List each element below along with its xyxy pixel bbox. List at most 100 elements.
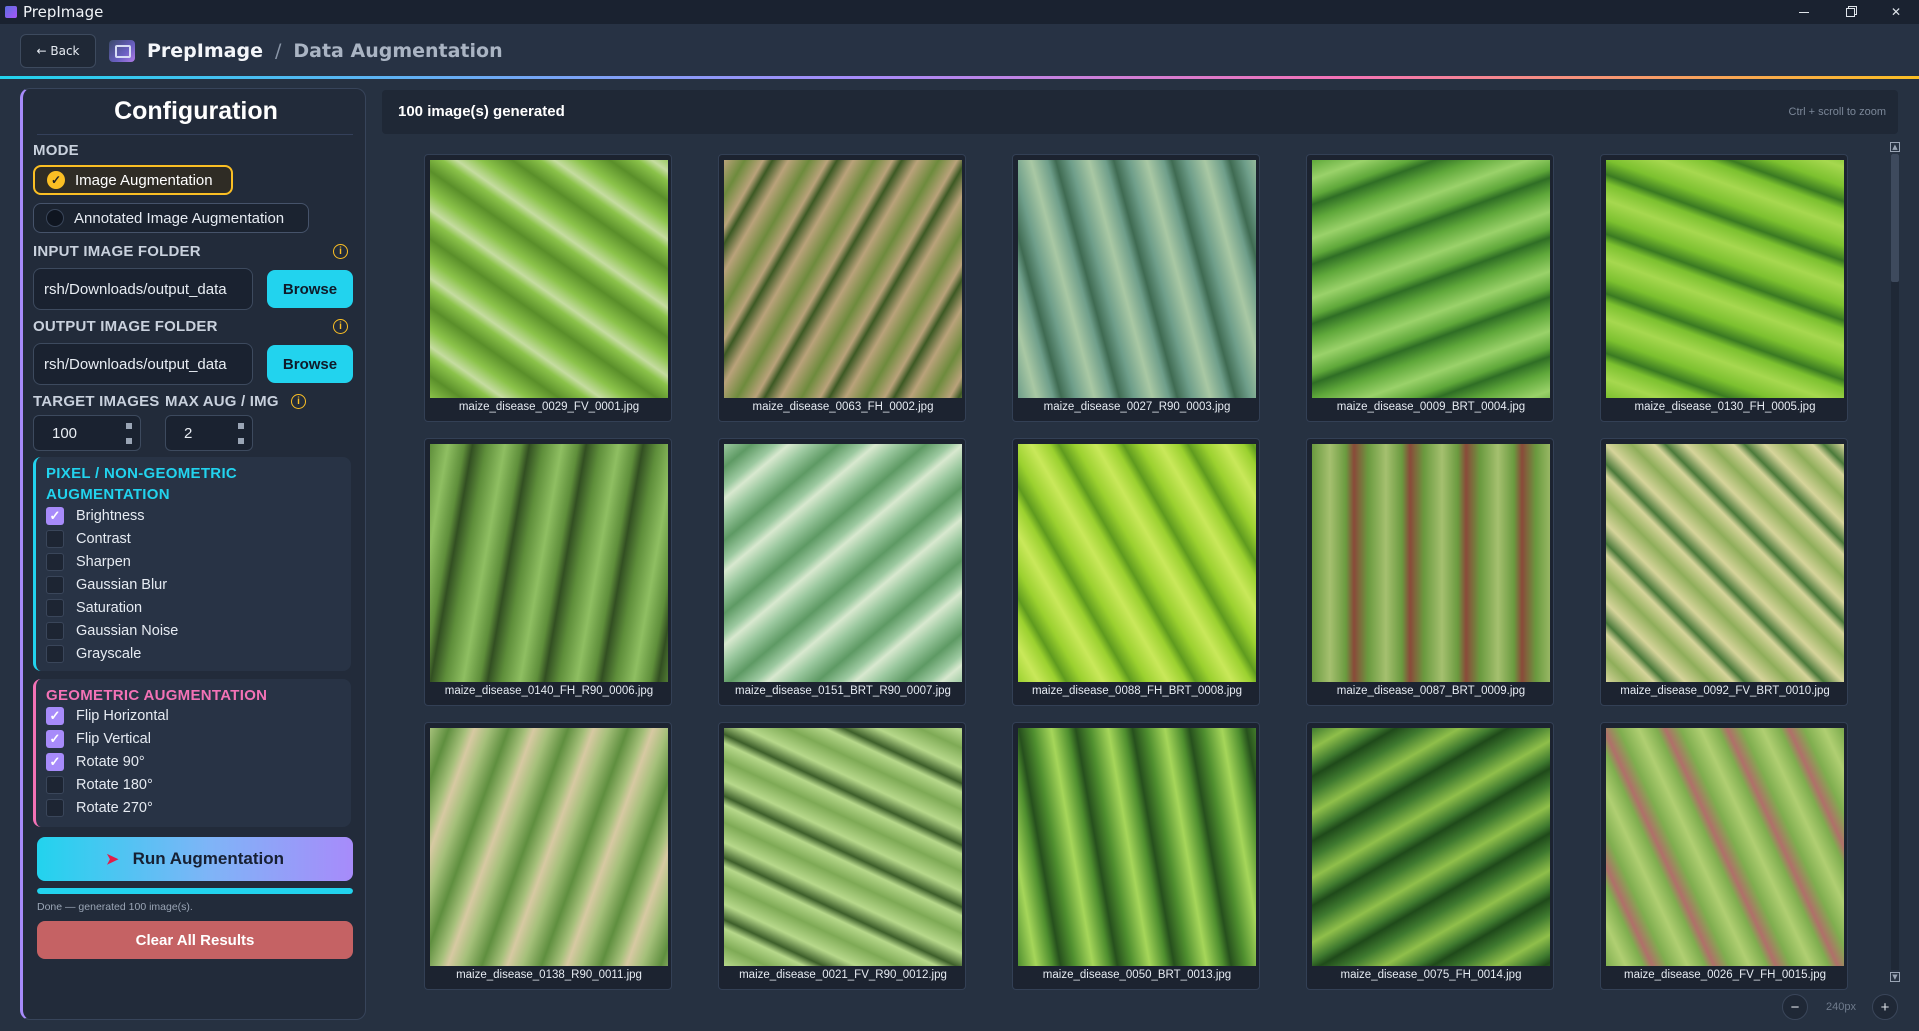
image-thumbnail[interactable]	[724, 444, 962, 682]
stepper-arrows-icon[interactable]	[234, 418, 248, 448]
checkbox-checked-icon[interactable]: ✓	[46, 753, 64, 771]
image-thumbnail[interactable]	[1606, 160, 1844, 398]
image-thumbnail[interactable]	[1312, 444, 1550, 682]
image-card[interactable]: maize_disease_0075_FH_0014.jpg	[1306, 722, 1554, 990]
rocket-icon: ➤	[106, 851, 119, 868]
checkbox-empty-icon[interactable]	[46, 530, 64, 548]
image-card[interactable]: maize_disease_0087_BRT_0009.jpg	[1306, 438, 1554, 706]
input-folder-field[interactable]: rsh/Downloads/output_data	[33, 268, 253, 310]
checkbox-empty-icon[interactable]	[46, 622, 64, 640]
results-count: 100 image(s) generated	[398, 103, 565, 120]
checkbox-gaussian-blur[interactable]: Gaussian Blur	[46, 576, 167, 594]
image-card[interactable]: maize_disease_0021_FV_R90_0012.jpg	[718, 722, 966, 990]
max-aug-stepper[interactable]: 2	[165, 415, 253, 451]
run-augmentation-button[interactable]: ➤ Run Augmentation	[37, 837, 353, 881]
scroll-down-icon[interactable]: ▼	[1890, 972, 1900, 982]
checkbox-rotate-270[interactable]: Rotate 270°	[46, 799, 153, 817]
image-thumbnail[interactable]	[724, 728, 962, 966]
minimize-button[interactable]	[1781, 0, 1827, 24]
checkbox-checked-icon[interactable]: ✓	[46, 730, 64, 748]
page-title: Data Augmentation	[293, 39, 503, 62]
maximize-button[interactable]	[1827, 0, 1873, 24]
checkbox-grayscale[interactable]: Grayscale	[46, 645, 141, 663]
image-thumbnail[interactable]	[1312, 160, 1550, 398]
checkbox-empty-icon[interactable]	[46, 553, 64, 571]
stepper-arrows-icon[interactable]	[122, 418, 136, 448]
zoom-in-button[interactable]: +	[1872, 994, 1898, 1020]
image-filename: maize_disease_0021_FV_R90_0012.jpg	[739, 969, 947, 981]
image-thumbnail[interactable]	[1018, 728, 1256, 966]
close-button[interactable]: ✕	[1873, 0, 1919, 24]
results-header: 100 image(s) generated Ctrl + scroll to …	[382, 90, 1898, 134]
image-card[interactable]: maize_disease_0027_R90_0003.jpg	[1012, 154, 1260, 422]
scroll-thumb[interactable]	[1891, 154, 1899, 282]
back-button[interactable]: ← Back	[20, 33, 96, 68]
image-card[interactable]: maize_disease_0029_FV_0001.jpg	[424, 154, 672, 422]
checkbox-brightness[interactable]: ✓ Brightness	[46, 507, 145, 525]
image-filename: maize_disease_0130_FH_0005.jpg	[1634, 401, 1816, 413]
image-thumbnail[interactable]	[1606, 728, 1844, 966]
checkbox-saturation[interactable]: Saturation	[46, 599, 142, 617]
browse-input-button[interactable]: Browse	[267, 270, 353, 308]
clear-all-results-button[interactable]: Clear All Results	[37, 921, 353, 959]
checkbox-checked-icon[interactable]: ✓	[46, 507, 64, 525]
image-filename: maize_disease_0009_BRT_0004.jpg	[1336, 401, 1526, 413]
checkbox-empty-icon[interactable]	[46, 599, 64, 617]
browse-output-button[interactable]: Browse	[267, 345, 353, 383]
image-filename: maize_disease_0088_FH_BRT_0008.jpg	[1031, 685, 1243, 697]
info-icon[interactable]: i	[291, 394, 306, 409]
image-thumbnail[interactable]	[724, 160, 962, 398]
image-card[interactable]: maize_disease_0151_BRT_R90_0007.jpg	[718, 438, 966, 706]
image-card[interactable]: maize_disease_0088_FH_BRT_0008.jpg	[1012, 438, 1260, 706]
header-accent-line	[0, 76, 1919, 79]
max-aug-value: 2	[184, 424, 193, 442]
image-card[interactable]: maize_disease_0026_FV_FH_0015.jpg	[1600, 722, 1848, 990]
image-thumbnail[interactable]	[1018, 160, 1256, 398]
image-thumbnail[interactable]	[1606, 444, 1844, 682]
image-thumbnail[interactable]	[430, 160, 668, 398]
scroll-up-icon[interactable]: ▲	[1890, 142, 1900, 152]
image-filename: maize_disease_0087_BRT_0009.jpg	[1336, 685, 1526, 697]
checkbox-empty-icon[interactable]	[46, 645, 64, 663]
checkbox-empty-icon[interactable]	[46, 799, 64, 817]
image-thumbnail[interactable]	[430, 444, 668, 682]
checkbox-flip-horizontal[interactable]: ✓ Flip Horizontal	[46, 707, 169, 725]
image-thumbnail[interactable]	[1312, 728, 1550, 966]
window-titlebar: PrepImage ✕	[0, 0, 1919, 24]
image-card[interactable]: maize_disease_0130_FH_0005.jpg	[1600, 154, 1848, 422]
checkbox-sharpen[interactable]: Sharpen	[46, 553, 131, 571]
info-icon[interactable]: i	[333, 244, 348, 259]
checkbox-gaussian-noise[interactable]: Gaussian Noise	[46, 622, 178, 640]
checkbox-flip-vertical[interactable]: ✓ Flip Vertical	[46, 730, 151, 748]
minimize-icon	[1799, 11, 1809, 13]
output-folder-label: OUTPUT IMAGE FOLDER	[33, 318, 218, 335]
mode-label: MODE	[33, 142, 79, 159]
image-thumbnail[interactable]	[1018, 444, 1256, 682]
output-folder-field[interactable]: rsh/Downloads/output_data	[33, 343, 253, 385]
pixel-augmentation-group: PIXEL / NON-GEOMETRIC AUGMENTATION ✓ Brig…	[33, 457, 351, 671]
image-card[interactable]: maize_disease_0050_BRT_0013.jpg	[1012, 722, 1260, 990]
mode-annotated-image-augmentation[interactable]: Annotated Image Augmentation	[33, 203, 309, 233]
maximize-icon	[1845, 7, 1855, 17]
results-scrollbar[interactable]: ▲ ▼	[1889, 142, 1901, 982]
checkbox-rotate-180[interactable]: Rotate 180°	[46, 776, 153, 794]
mode-image-augmentation[interactable]: ✓ Image Augmentation	[33, 165, 233, 195]
checkbox-checked-icon[interactable]: ✓	[46, 707, 64, 725]
target-images-stepper[interactable]: 100	[33, 415, 141, 451]
checkbox-empty-icon[interactable]	[46, 776, 64, 794]
image-card[interactable]: maize_disease_0009_BRT_0004.jpg	[1306, 154, 1554, 422]
checkbox-contrast[interactable]: Contrast	[46, 530, 131, 548]
zoom-out-button[interactable]: −	[1782, 994, 1808, 1020]
checkbox-empty-icon[interactable]	[46, 576, 64, 594]
image-card[interactable]: maize_disease_0063_FH_0002.jpg	[718, 154, 966, 422]
brand-name: PrepImage	[147, 39, 263, 62]
info-icon[interactable]: i	[333, 319, 348, 334]
image-card[interactable]: maize_disease_0138_R90_0011.jpg	[424, 722, 672, 990]
image-card[interactable]: maize_disease_0140_FH_R90_0006.jpg	[424, 438, 672, 706]
target-images-label: TARGET IMAGES	[33, 393, 160, 410]
image-card[interactable]: maize_disease_0092_FV_BRT_0010.jpg	[1600, 438, 1848, 706]
checkbox-rotate-90[interactable]: ✓ Rotate 90°	[46, 753, 145, 771]
target-images-value: 100	[52, 424, 78, 442]
image-filename: maize_disease_0050_BRT_0013.jpg	[1042, 969, 1232, 981]
image-thumbnail[interactable]	[430, 728, 668, 966]
